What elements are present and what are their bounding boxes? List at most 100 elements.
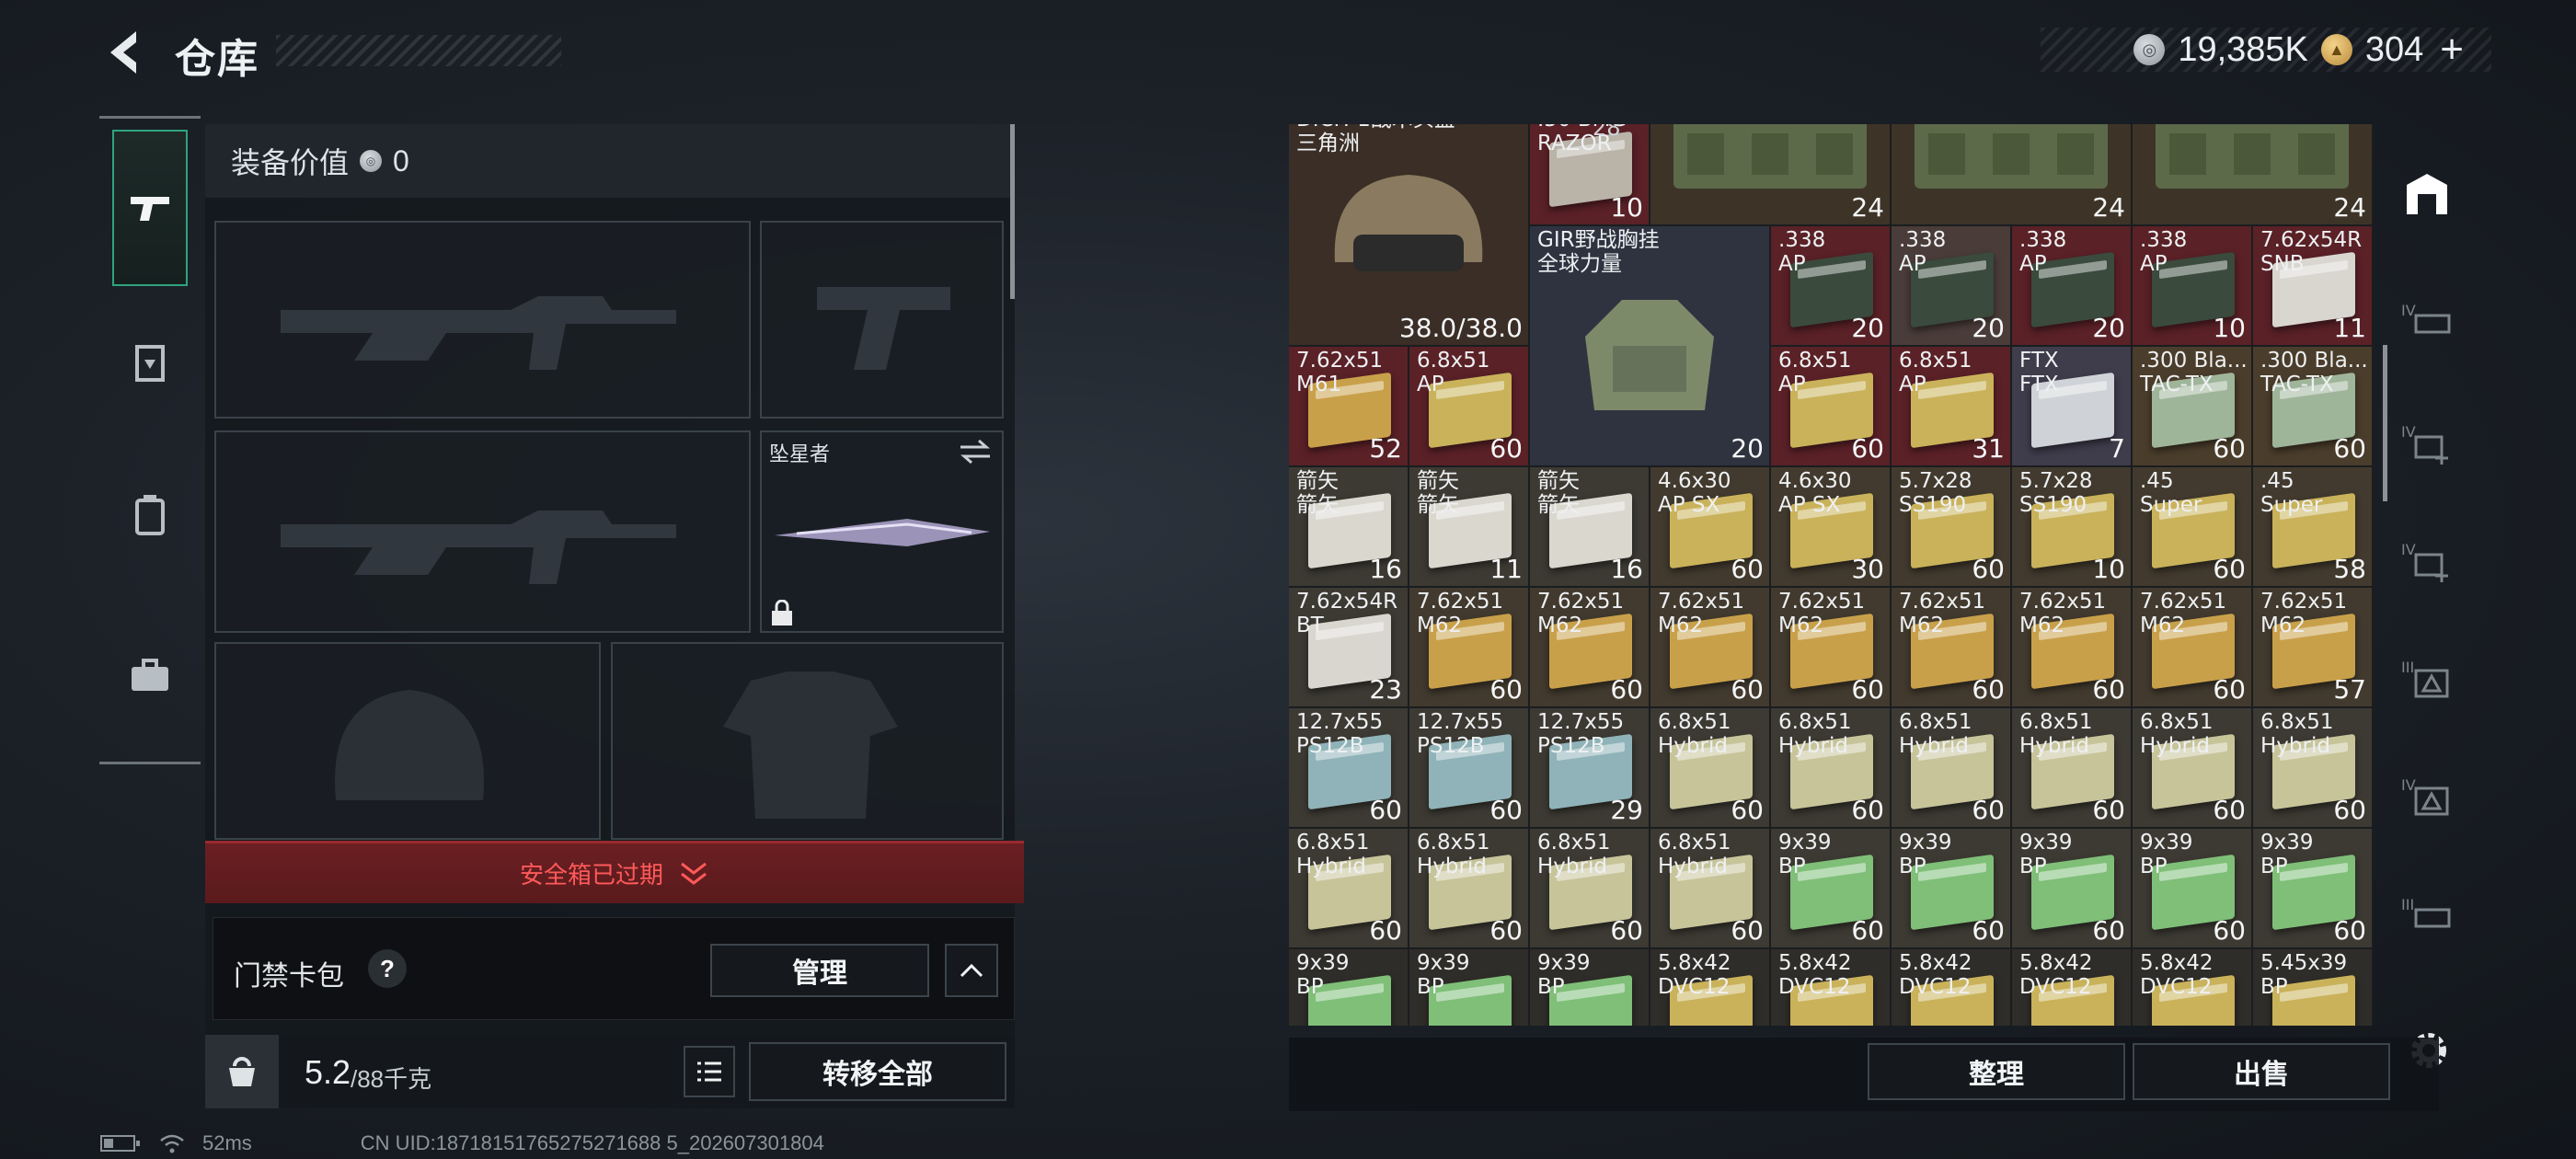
tab-backpack[interactable] [112,477,188,553]
inventory-item[interactable]: .45 Super 60 [2133,467,2253,588]
item-quantity: 24 [1851,192,1884,223]
inventory-item[interactable]: 12.7x55 PS12B 29 [1530,708,1650,829]
secondary-weapon-slot[interactable] [214,430,751,633]
inventory-item[interactable]: 5.8x42 DVC12 [1650,949,1771,1026]
inventory-item[interactable]: 6.8x51 Hybrid 60 [1892,708,2012,829]
swap-icon[interactable] [957,438,994,465]
inventory-item[interactable]: 9x39 BP [1289,949,1409,1026]
inventory-item[interactable]: 7.62x51 M62 60 [1650,588,1771,708]
inventory-item[interactable]: 4.6x30 AP SX 60 [1650,467,1771,588]
inventory-item[interactable]: 9x39 BP 60 [1771,829,1892,949]
inventory-item[interactable]: 5.7x28 SS190 60 [1892,467,2012,588]
inventory-item[interactable]: 9x39 BP [1409,949,1530,1026]
inventory-item[interactable]: 4.6x30 AP SX 30 [1771,467,1892,588]
inventory-item[interactable]: .338 AP 20 [2012,226,2133,347]
inventory-item[interactable]: 箭矢 箭矢 16 [1530,467,1650,588]
inventory-item[interactable]: 12.7x55 PS12B 60 [1409,708,1530,829]
manage-button[interactable]: 管理 [710,944,929,997]
inventory-item[interactable]: 24 [2133,124,2374,226]
inventory-item[interactable]: 7.62x51 M62 60 [1892,588,2012,708]
inventory-item[interactable]: 6.8x51 Hybrid 60 [1289,829,1409,949]
inventory-item[interactable]: 6.8x51 AP 31 [1892,347,2012,467]
equipment-scrollbar[interactable] [1010,124,1015,299]
inventory-item[interactable]: 9x39 BP 60 [2012,829,2133,949]
back-button[interactable] [99,26,153,79]
armor-slot[interactable] [611,642,1004,840]
inventory-item[interactable]: .50 BMG RAZOR10 [1530,124,1650,226]
item-name: DICH-1战术头盔 三角洲 [1296,124,1455,155]
storage-tab-iv-2[interactable]: IV [2390,761,2464,834]
inventory-item[interactable]: 9x39 BP [1530,949,1650,1026]
inventory-item[interactable]: 5.8x42 DVC12 [2012,949,2133,1026]
inventory-item[interactable]: 6.8x51 AP 60 [1771,347,1892,467]
inventory-item[interactable]: 6.8x51 Hybrid 60 [1530,829,1650,949]
inventory-item[interactable]: .45 Super 58 [2253,467,2374,588]
inventory-item[interactable]: 7.62x51 M62 57 [2253,588,2374,708]
inventory-item[interactable]: GIR野战胸挂 全球力量 20 [1530,226,1771,467]
inventory-item[interactable]: 6.8x51 Hybrid 60 [2133,708,2253,829]
inventory-item[interactable]: 7.62x54R BT 23 [1289,588,1409,708]
inventory-item[interactable]: 12.7x55 PS12B 60 [1289,708,1409,829]
pistol-slot[interactable] [760,221,1004,419]
inventory-item[interactable]: 7.62x54R SNB 11 [2253,226,2374,347]
inventory-item[interactable]: 7.62x51 M62 60 [1530,588,1650,708]
safe-box-expired-banner[interactable]: 安全箱已过期 [205,841,1024,903]
item-quantity: 20 [1851,313,1884,343]
inventory-item[interactable]: 6.8x51 Hybrid 60 [1771,708,1892,829]
tab-weapons[interactable] [112,130,188,286]
list-view-button[interactable] [684,1046,735,1097]
storage-tab-iii-2[interactable]: III [2390,878,2464,952]
sort-button[interactable]: 整理 [1868,1043,2125,1100]
inventory-item[interactable]: .338 AP 20 [1892,226,2012,347]
item-quantity: 11 [2333,313,2366,343]
inventory-item[interactable]: 5.8x42 DVC12 [1892,949,2012,1026]
inventory-item[interactable]: 7.62x51 M62 60 [1409,588,1530,708]
inventory-item[interactable]: 5.45x39 BP [2253,949,2374,1026]
sell-button[interactable]: 出售 [2133,1043,2390,1100]
storage-tab-iv-1[interactable]: IV [2390,282,2464,356]
inventory-item[interactable]: 6.8x51 AP 60 [1409,347,1530,467]
tab-case[interactable] [112,638,188,714]
inventory-item[interactable]: 7.62x51 M61 52 [1289,347,1409,467]
help-button[interactable]: ? [368,949,407,988]
inventory-item[interactable]: .338 AP 20 [1771,226,1892,347]
inventory-item[interactable]: 7.62x51 M62 60 [1771,588,1892,708]
add-currency-button[interactable]: + [2440,27,2464,73]
primary-weapon-slot[interactable] [214,221,751,419]
inventory-item[interactable]: 9x39 BP 60 [2253,829,2374,949]
inventory-item[interactable]: FTX FTX 7 [2012,347,2133,467]
storage-tab-iii-1[interactable]: III [2390,643,2464,717]
inventory-item[interactable]: DICH-1战术头盔 三角洲 38.0/38.0 [1289,124,1530,347]
inventory-item[interactable]: 5.8x42 DVC12 [2133,949,2253,1026]
inventory-item[interactable]: 7.62x51 M62 60 [2012,588,2133,708]
storage-tab-iv-add-1[interactable]: IV [2390,407,2464,481]
inventory-item[interactable]: .338 AP 10 [2133,226,2253,347]
item-quantity: 60 [1731,795,1764,825]
inventory-item[interactable]: 6.8x51 Hybrid 60 [1650,708,1771,829]
inventory-item[interactable]: .300 Bla... TAC-TX 60 [2253,347,2374,467]
inventory-item[interactable]: 5.8x42 DVC12 [1771,949,1892,1026]
inventory-item[interactable]: 6.8x51 Hybrid 60 [2253,708,2374,829]
inventory-item[interactable]: 7.62x51 M62 60 [2133,588,2253,708]
inventory-item[interactable]: .300 Bla... TAC-TX 60 [2133,347,2253,467]
inventory-item[interactable]: 24 [1892,124,2133,226]
inventory-item[interactable]: 6.8x51 Hybrid 60 [1650,829,1771,949]
inventory-item[interactable]: 箭矢 箭矢 16 [1289,467,1409,588]
inventory-item[interactable]: 箭矢 箭矢 11 [1409,467,1530,588]
inventory-item[interactable]: 6.8x51 Hybrid 60 [1409,829,1530,949]
inventory-item[interactable]: 9x39 BP 60 [1892,829,2012,949]
tab-armor[interactable] [112,326,188,401]
inventory-item[interactable]: 24 [1650,124,1892,226]
storage-tab-main[interactable] [2390,157,2464,231]
melee-slot[interactable]: 坠星者 [760,430,1004,633]
helmet-slot[interactable] [214,642,601,840]
item-name: 箭矢 箭矢 [1417,469,1459,517]
collapse-button[interactable] [945,944,998,997]
inventory-item[interactable]: 9x39 BP 60 [2133,829,2253,949]
transfer-all-button[interactable]: 转移全部 [749,1042,1006,1101]
item-name: 5.8x42 DVC12 [2019,951,2093,999]
storage-tab-iv-add-2[interactable]: IV [2390,525,2464,599]
inventory-item[interactable]: 6.8x51 Hybrid 60 [2012,708,2133,829]
inventory-item[interactable]: 5.7x28 SS190 10 [2012,467,2133,588]
item-name: 7.62x51 M62 [2140,590,2227,637]
